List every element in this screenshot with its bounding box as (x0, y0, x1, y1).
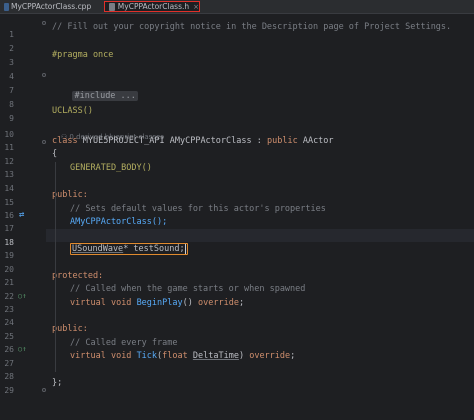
code-line-22: virtual void BeginPlay() override; (70, 297, 244, 310)
base-class: AActor (302, 136, 334, 146)
indent-guide (55, 162, 56, 372)
code-line-28: }; (52, 378, 63, 388)
override-icon[interactable]: ⇄ (19, 209, 24, 222)
line-number: 9 (9, 114, 14, 123)
line-number: 7 (9, 86, 14, 95)
line-number: 20 (4, 265, 14, 274)
code-line-15: // Sets default values for this actor's … (70, 204, 326, 214)
line-number: 15 (4, 198, 14, 207)
cpp-file-icon (4, 2, 9, 11)
code-line-20: protected: (52, 271, 104, 281)
parameter: DeltaTime (192, 351, 239, 361)
code-line-18: USoundWave* testSound; (70, 243, 188, 256)
fold-marker-icon[interactable] (42, 21, 46, 25)
line-number: 24 (4, 318, 14, 327)
keyword: class (52, 136, 78, 146)
function-name: BeginPlay (136, 298, 183, 308)
inherit-icon[interactable]: ○↑ (18, 343, 26, 356)
api-macro: MYUE5PROJECT_API (82, 136, 165, 146)
tab-label: MyCPPActorClass.h (117, 2, 190, 11)
line-number: 11 (4, 143, 14, 152)
line-number: 28 (4, 372, 14, 381)
line-number: 10 (4, 130, 14, 139)
keyword: void (110, 298, 132, 308)
line-number: 16 (4, 211, 14, 220)
line-number: 12 (4, 157, 14, 166)
editor-tab-bar: MyCPPActorClass.cpp MyCPPActorClass.h × (0, 0, 474, 14)
semicolon: ; (290, 351, 296, 361)
code-line-16: AMyCPPActorClass(); (70, 217, 168, 227)
highlighted-declaration[interactable]: USoundWave* testSound; (70, 243, 188, 255)
code-line-11: { (52, 149, 58, 159)
code-line-14: public: (52, 190, 88, 200)
line-number: 1 (9, 30, 14, 39)
colon: : (251, 136, 267, 146)
semicolon: ; (238, 298, 245, 308)
line-number: 21 (4, 278, 14, 287)
line-number: 17 (4, 224, 14, 233)
line-number: 19 (4, 251, 14, 260)
code-line-3: #pragma once (52, 50, 114, 60)
declaration-rest: * testSound; (123, 244, 185, 254)
header-file-icon (109, 2, 115, 11)
paren: ) (238, 351, 245, 361)
inherit-icon[interactable]: ○↑ (18, 290, 26, 303)
blueprint-hint[interactable]: ⚇ 0 derived blueprint classes (52, 118, 164, 141)
tab-label: MyCPPActorClass.cpp (11, 2, 92, 11)
keyword: virtual (70, 351, 106, 361)
line-number: 3 (9, 58, 14, 67)
code-line-24: public: (52, 324, 88, 334)
code-line-12: GENERATED_BODY() (70, 163, 152, 173)
line-number: 26 (4, 345, 14, 354)
code-line-7: #include ... (52, 77, 138, 101)
class-name: AMyCPPActorClass (169, 136, 252, 146)
fold-marker-icon[interactable] (42, 388, 46, 392)
line-number-current: 18 (4, 238, 14, 247)
tab-mycppactorclass-cpp[interactable]: MyCPPActorClass.cpp (4, 0, 91, 13)
line-number: 8 (9, 100, 14, 109)
close-tab-icon[interactable]: × (193, 3, 199, 11)
line-number: 13 (4, 170, 14, 179)
code-line-21: // Called when the game starts or when s… (70, 284, 306, 294)
keyword: float (162, 351, 188, 361)
text-caret (184, 243, 186, 254)
parens: () (182, 298, 193, 308)
line-number: 23 (4, 305, 14, 314)
code-line-26: virtual void Tick(float DeltaTime) overr… (70, 350, 295, 363)
collapsed-includes[interactable]: #include ... (72, 91, 138, 101)
type-name: USoundWave (72, 244, 124, 254)
fold-marker-icon[interactable] (42, 73, 46, 77)
keyword: virtual (70, 298, 106, 308)
line-number: 22 (4, 292, 14, 301)
function-name: Tick (136, 351, 158, 361)
line-number: 27 (4, 359, 14, 368)
keyword: public (266, 136, 298, 146)
keyword: void (110, 351, 132, 361)
line-number: 25 (4, 332, 14, 341)
tab-mycppactorclass-h[interactable]: MyCPPActorClass.h × (104, 1, 200, 12)
line-number: 4 (9, 72, 14, 81)
code-line-10: class MYUE5PROJECT_API AMyCPPActorClass … (52, 135, 334, 148)
fold-marker-icon[interactable] (42, 140, 46, 144)
line-number: 2 (9, 44, 14, 53)
code-line-9: UCLASS() (52, 106, 93, 116)
code-line-25: // Called every frame (70, 338, 178, 348)
current-line-highlight (46, 229, 474, 242)
code-line-1: // Fill out your copyright notice in the… (52, 22, 452, 32)
line-number: 29 (4, 386, 14, 395)
keyword: override (249, 351, 291, 361)
line-number: 14 (4, 184, 14, 193)
keyword: override (198, 298, 239, 308)
